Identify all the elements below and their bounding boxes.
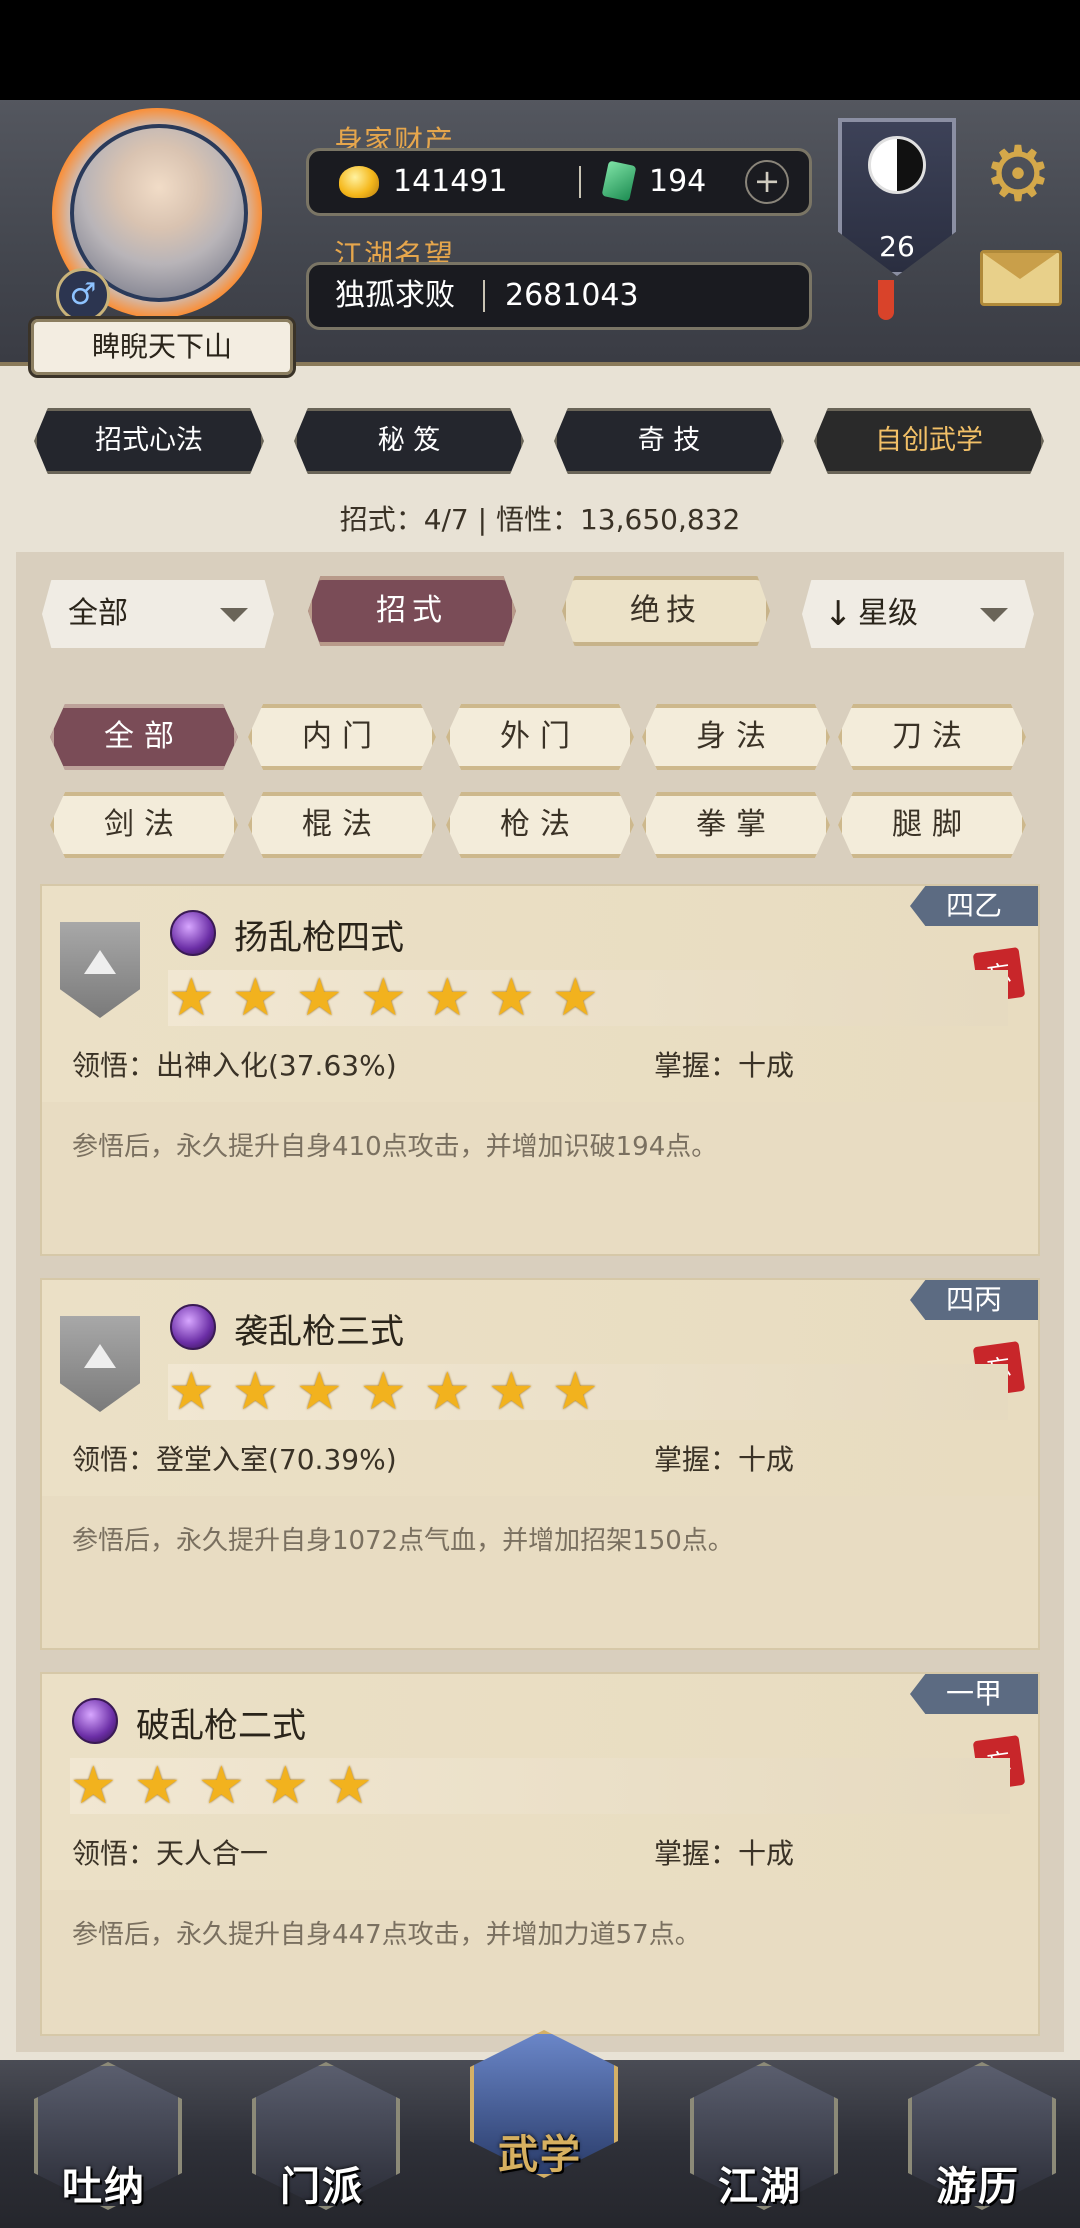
skill-card[interactable]: 四丙 忘 袭乱枪三式 ★ ★ ★ ★ ★ ★ ★ 领悟：登堂入室(70.39%)… xyxy=(40,1278,1040,1650)
nav-martial-arts[interactable]: 武学 xyxy=(470,2030,618,2180)
upgrade-arrow-icon xyxy=(84,1344,116,1368)
tier-tag: 四丙 xyxy=(910,1280,1038,1320)
nav-travel[interactable]: 游历 xyxy=(908,2062,1056,2212)
star-icon: ★ xyxy=(488,1362,535,1422)
skill-description: 参悟后，永久提升自身1072点气血，并增加招架150点。 xyxy=(72,1526,734,1556)
chip-outer[interactable]: 外门 xyxy=(446,704,634,770)
tier-tag: 四乙 xyxy=(910,886,1038,926)
yinyang-icon xyxy=(868,136,926,194)
player-title: 独孤求败 xyxy=(335,278,455,313)
skill-summary: 招式：4/7 | 悟性：13,650,832 xyxy=(339,503,741,536)
mastery-text: 掌握：十成 xyxy=(654,1443,795,1476)
chevron-down-icon xyxy=(220,608,248,622)
tab-self-created[interactable]: 自创武学 xyxy=(814,408,1044,474)
skill-title: 袭乱枪三式 xyxy=(234,1312,404,1352)
category-dropdown[interactable]: 全部 xyxy=(42,580,274,648)
chip-kick[interactable]: 腿脚 xyxy=(838,792,1026,858)
chip-fist[interactable]: 拳掌 xyxy=(642,792,830,858)
nav-label: 吐纳 xyxy=(62,2164,146,2210)
jade-icon xyxy=(601,160,637,202)
tab-moves-methods[interactable]: 招式心法 xyxy=(34,408,264,474)
skill-title: 扬乱枪四式 xyxy=(234,918,404,958)
skill-orb-icon xyxy=(170,910,216,956)
skill-description: 参悟后，永久提升自身447点攻击，并增加力道57点。 xyxy=(72,1920,701,1950)
settings-gear-icon[interactable]: ⚙ xyxy=(982,136,1054,212)
chip-sword[interactable]: 剑法 xyxy=(50,792,238,858)
skill-description: 参悟后，永久提升自身410点攻击，并增加识破194点。 xyxy=(72,1132,718,1162)
divider xyxy=(483,280,485,312)
insight-text: 领悟：登堂入室(70.39%) xyxy=(72,1443,397,1476)
fame-amount: 2681043 xyxy=(505,278,639,313)
fame-bar: 独孤求败 2681043 xyxy=(306,262,812,330)
tier-tag: 一甲 xyxy=(910,1674,1038,1714)
male-icon: ♂ xyxy=(56,268,110,322)
star-icon: ★ xyxy=(198,1756,245,1816)
chip-inner[interactable]: 内门 xyxy=(248,704,436,770)
nav-label: 门派 xyxy=(280,2164,364,2210)
gold-ingot-icon xyxy=(339,166,379,198)
upgrade-arrow-icon xyxy=(84,950,116,974)
nav-breathing[interactable]: 吐纳 xyxy=(34,2062,182,2212)
nav-jianghu[interactable]: 江湖 xyxy=(690,2062,838,2212)
gold-amount: 141491 xyxy=(393,164,508,199)
sort-arrow-icon: ↓ xyxy=(824,594,853,634)
star-icon: ★ xyxy=(552,1362,599,1422)
star-icon: ★ xyxy=(360,1362,407,1422)
star-icon: ★ xyxy=(134,1756,181,1816)
tab-special-skills[interactable]: 奇 技 xyxy=(554,408,784,474)
star-icon: ★ xyxy=(360,968,407,1028)
star-rating: ★ ★ ★ ★ ★ xyxy=(70,1758,1010,1814)
tab-secret-books[interactable]: 秘 笈 xyxy=(294,408,524,474)
chip-spear[interactable]: 枪法 xyxy=(446,792,634,858)
star-icon: ★ xyxy=(296,1362,343,1422)
tassel-icon xyxy=(878,280,894,320)
skill-orb-icon xyxy=(72,1698,118,1744)
star-icon: ★ xyxy=(296,968,343,1028)
nav-label: 武学 xyxy=(498,2132,582,2178)
player-name: 睥睨天下山 xyxy=(28,316,296,378)
category-dropdown-value: 全部 xyxy=(68,596,128,631)
status-bar xyxy=(0,0,1080,100)
divider xyxy=(579,166,581,198)
card-lower xyxy=(42,1890,1038,2034)
star-icon: ★ xyxy=(552,968,599,1028)
insight-text: 领悟：天人合一 xyxy=(72,1837,269,1870)
star-icon: ★ xyxy=(168,968,215,1028)
mastery-text: 掌握：十成 xyxy=(654,1837,795,1870)
chip-saber[interactable]: 刀法 xyxy=(838,704,1026,770)
chip-all[interactable]: 全部 xyxy=(50,704,238,770)
mail-icon[interactable] xyxy=(980,250,1062,306)
star-icon: ★ xyxy=(424,968,471,1028)
level-number: 26 xyxy=(879,230,915,263)
nav-label: 江湖 xyxy=(718,2164,802,2210)
wealth-bar: 141491 194 + xyxy=(306,148,812,216)
skill-orb-icon xyxy=(170,1304,216,1350)
sort-dropdown-value: 星级 xyxy=(858,596,918,631)
add-currency-button[interactable]: + xyxy=(745,160,789,204)
star-icon: ★ xyxy=(424,1362,471,1422)
star-icon: ★ xyxy=(326,1756,373,1816)
star-icon: ★ xyxy=(262,1756,309,1816)
star-icon: ★ xyxy=(488,968,535,1028)
star-icon: ★ xyxy=(232,968,279,1028)
chevron-down-icon xyxy=(980,608,1008,622)
jade-amount: 194 xyxy=(649,164,707,199)
nav-sect[interactable]: 门派 xyxy=(252,2062,400,2212)
star-icon: ★ xyxy=(168,1362,215,1422)
segment-moves[interactable]: 招式 xyxy=(308,576,516,646)
skill-title: 破乱枪二式 xyxy=(136,1706,306,1746)
star-rating: ★ ★ ★ ★ ★ ★ ★ xyxy=(168,1364,1008,1420)
star-rating: ★ ★ ★ ★ ★ ★ ★ xyxy=(168,970,1008,1026)
skill-card[interactable]: 一甲 忘 破乱枪二式 ★ ★ ★ ★ ★ 领悟：天人合一 掌握：十成 参悟后，永… xyxy=(40,1672,1040,2036)
star-icon: ★ xyxy=(70,1756,117,1816)
nav-label: 游历 xyxy=(936,2164,1020,2210)
chip-movement[interactable]: 身法 xyxy=(642,704,830,770)
star-icon: ★ xyxy=(232,1362,279,1422)
chip-staff[interactable]: 棍法 xyxy=(248,792,436,858)
mastery-text: 掌握：十成 xyxy=(654,1049,795,1082)
insight-text: 领悟：出神入化(37.63%) xyxy=(72,1049,397,1082)
skill-card[interactable]: 四乙 忘 扬乱枪四式 ★ ★ ★ ★ ★ ★ ★ 领悟：出神入化(37.63%)… xyxy=(40,884,1040,1256)
sort-dropdown[interactable]: ↓ 星级 xyxy=(802,580,1034,648)
segment-ultimate[interactable]: 绝技 xyxy=(562,576,770,646)
